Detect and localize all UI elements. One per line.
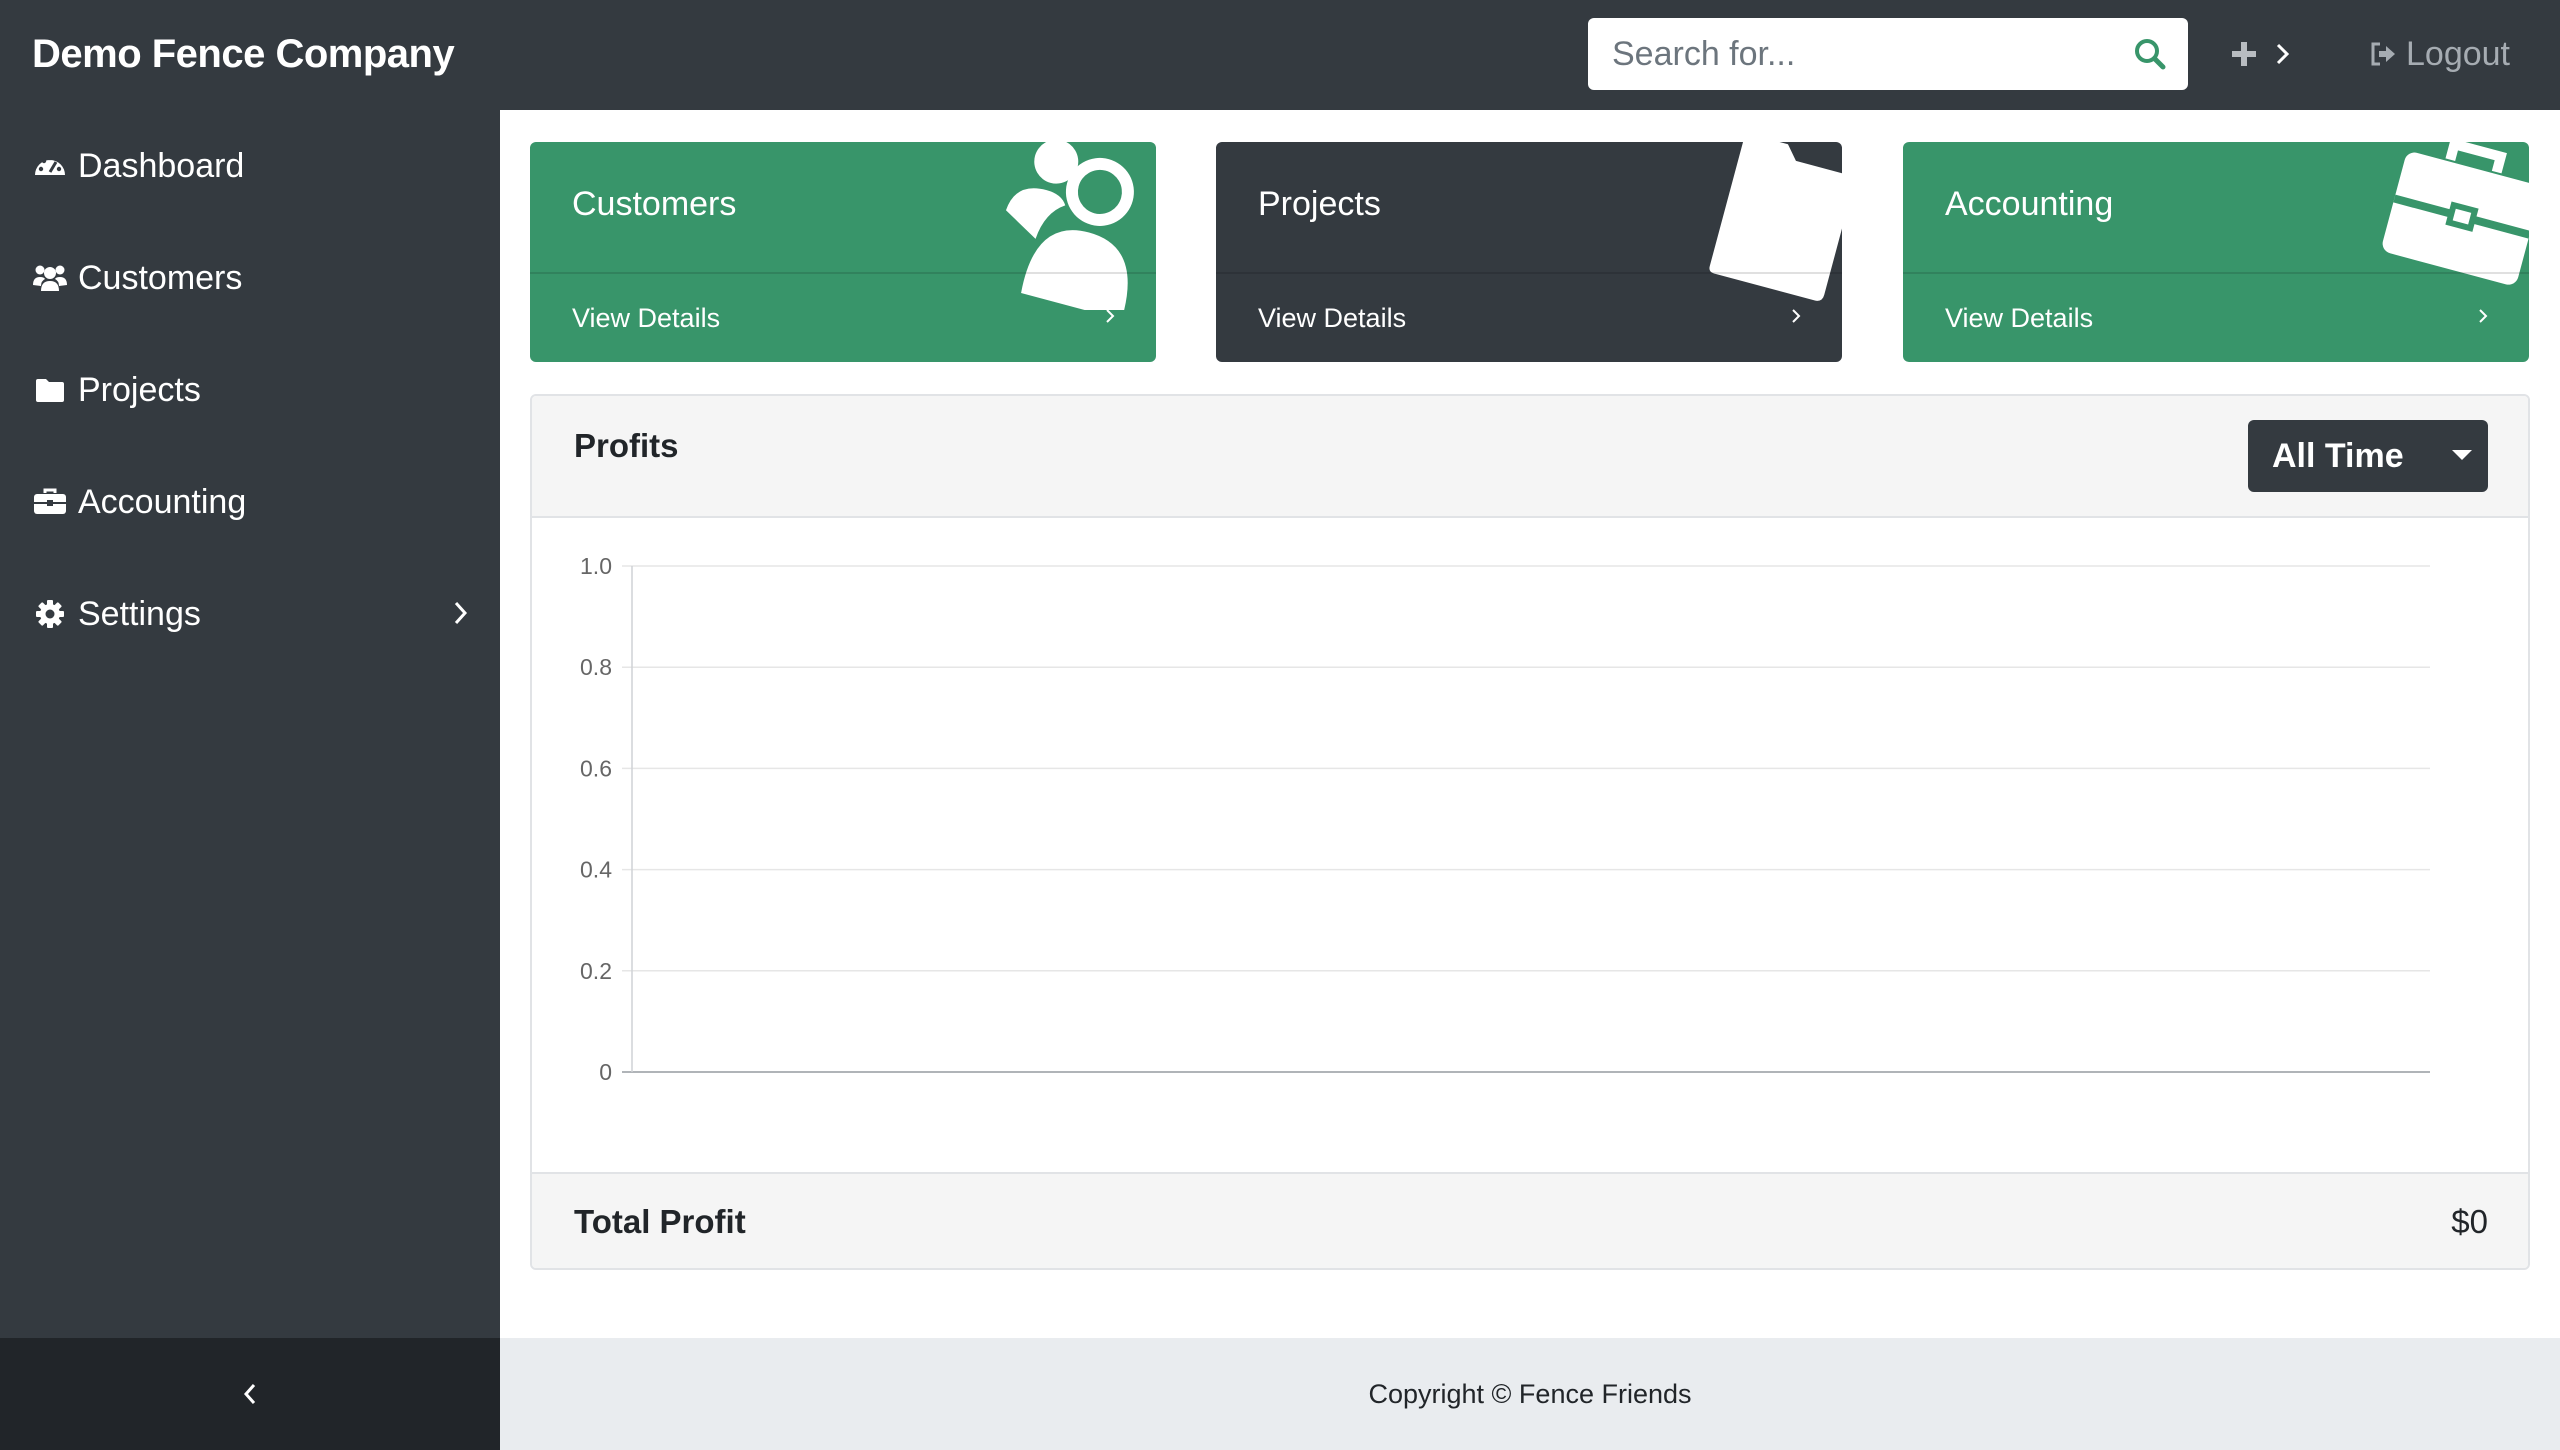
sidebar-item-label: Settings	[78, 594, 201, 633]
accounting-view-details-link[interactable]: View Details	[1903, 274, 2529, 362]
card-title: Accounting	[1945, 185, 2114, 223]
profits-card-footer: Total Profit $0	[532, 1172, 2528, 1268]
gear-icon	[32, 596, 68, 632]
briefcase-icon	[32, 484, 68, 520]
page-footer: Copyright © Fence Friends	[500, 1338, 2560, 1450]
card-title: Customers	[572, 185, 737, 223]
sidebar-item-accounting[interactable]: Accounting	[0, 462, 500, 542]
projects-card: Projects View Details	[1216, 142, 1842, 362]
plus-icon	[2232, 42, 2256, 66]
chevron-right-icon	[2276, 43, 2290, 65]
sidebar-item-label: Accounting	[78, 482, 247, 521]
accounting-card: Accounting View Details	[1903, 142, 2529, 362]
sidebar-item-projects[interactable]: Projects	[0, 350, 500, 430]
chevron-right-icon	[1792, 309, 1801, 323]
chevron-right-icon	[454, 601, 468, 625]
y-tick-label: 0	[599, 1059, 612, 1085]
profits-chart: 0 0.2 0.4 0.6 0.8 1.0	[532, 518, 2528, 1146]
y-tick-label: 1.0	[580, 553, 612, 579]
profits-chart-svg: 0 0.2 0.4 0.6 0.8 1.0	[580, 553, 2430, 1085]
y-tick-label: 0.8	[580, 654, 612, 680]
users-icon	[32, 260, 68, 296]
tachometer-icon	[32, 148, 68, 184]
chevron-left-icon	[243, 1384, 256, 1404]
y-tick-label: 0.6	[580, 755, 612, 781]
logout-label: Logout	[2406, 34, 2510, 73]
add-new-menu[interactable]	[2230, 28, 2292, 80]
sidebar-item-dashboard[interactable]: Dashboard	[0, 126, 500, 206]
chevron-right-icon	[1106, 309, 1115, 323]
y-tick-label: 0.2	[580, 958, 612, 984]
time-range-selected: All Time	[2272, 437, 2404, 475]
logout-link[interactable]: Logout	[2368, 28, 2510, 80]
search-box	[1588, 18, 2188, 90]
view-details-label: View Details	[1258, 303, 1407, 333]
view-details-label: View Details	[572, 303, 721, 333]
search-input[interactable]	[1588, 18, 2108, 90]
customers-view-details-link[interactable]: View Details	[530, 274, 1156, 362]
sidebar-item-label: Customers	[78, 258, 243, 297]
time-range-dropdown[interactable]: All Time	[2248, 420, 2488, 492]
sidebar-item-customers[interactable]: Customers	[0, 238, 500, 318]
projects-view-details-link[interactable]: View Details	[1216, 274, 1842, 362]
caret-down-icon	[2452, 450, 2472, 460]
view-details-label: View Details	[1945, 303, 2094, 333]
chevron-right-icon	[2479, 309, 2488, 323]
brand-title[interactable]: Demo Fence Company	[32, 28, 455, 80]
folder-icon	[32, 372, 68, 408]
copyright-text: Copyright © Fence Friends	[1368, 1379, 1692, 1409]
sign-out-icon	[2371, 42, 2395, 66]
profits-title: Profits	[574, 427, 679, 464]
total-profit-value: $0	[2451, 1203, 2488, 1240]
sidebar: Dashboard Customers Projects Accounting …	[0, 110, 500, 1338]
top-navbar: Demo Fence Company Logout	[0, 0, 2560, 110]
total-profit-label: Total Profit	[574, 1203, 746, 1240]
y-tick-label: 0.4	[580, 857, 612, 883]
customers-card: Customers View Details	[530, 142, 1156, 362]
sidebar-item-label: Projects	[78, 370, 201, 409]
sidebar-item-label: Dashboard	[78, 146, 245, 185]
profits-card-header: Profits All Time	[532, 396, 2528, 518]
sidebar-collapse-button[interactable]	[0, 1338, 500, 1450]
search-icon	[2135, 39, 2166, 70]
search-button[interactable]	[2122, 32, 2178, 76]
profits-card: Profits All Time 0 0.2 0.4 0.6 0.8 1.0 Total …	[530, 394, 2530, 1270]
card-title: Projects	[1258, 185, 1381, 223]
sidebar-item-settings[interactable]: Settings	[0, 574, 500, 654]
